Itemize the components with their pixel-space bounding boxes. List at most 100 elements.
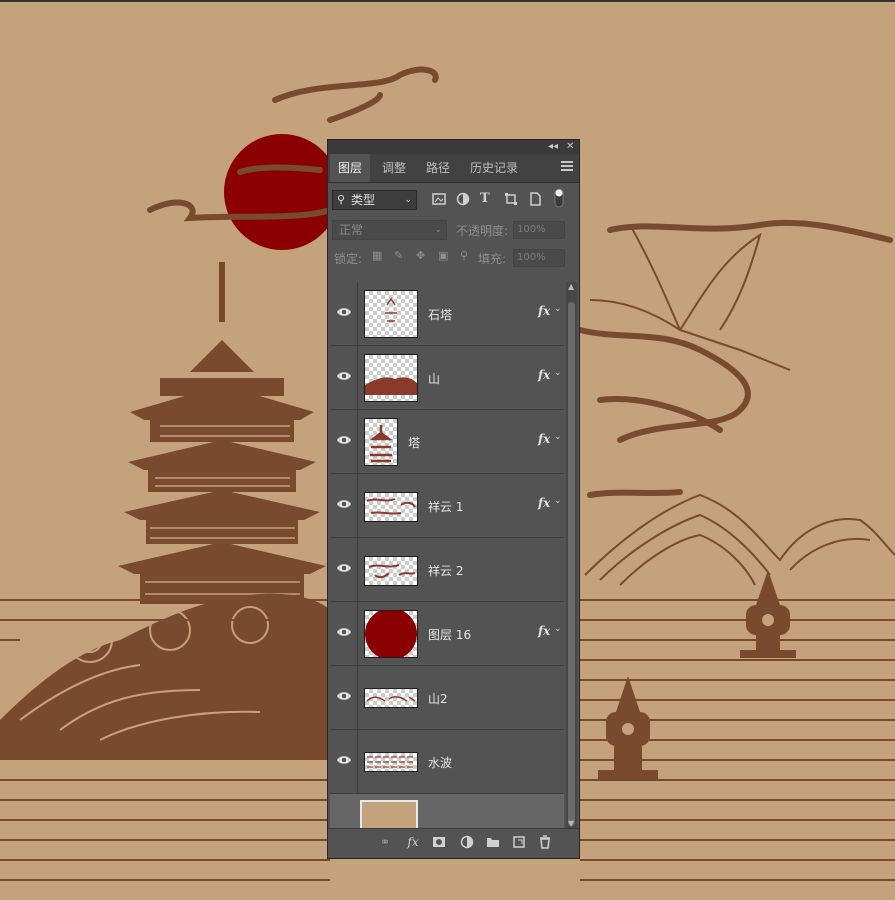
panel-titlebar: ◂◂ ✕ (328, 140, 579, 154)
eye-icon[interactable] (336, 498, 352, 510)
chevron-down-icon[interactable]: ⌄ (554, 624, 562, 634)
type-filter-icon[interactable]: T (480, 192, 494, 206)
red-circle-icon (365, 608, 417, 660)
new-layer-icon[interactable] (512, 835, 526, 849)
layer-row-cloud-1[interactable]: 祥云 1 fx ⌄ (330, 474, 564, 538)
eye-icon[interactable] (336, 754, 352, 766)
mountain-icon (365, 377, 417, 395)
chevron-down-icon: ⌄ (434, 225, 442, 235)
layer-name[interactable]: 山 (428, 370, 440, 387)
divider (357, 346, 358, 410)
layer-thumbnail (364, 354, 418, 402)
layer-row-cloud-2[interactable]: 祥云 2 (330, 538, 564, 602)
new-adjustment-layer-icon[interactable] (460, 835, 474, 849)
chevron-down-icon[interactable]: ⌄ (554, 368, 562, 378)
layer-row-stone-pagoda[interactable]: 石塔 fx ⌄ (330, 282, 564, 346)
cloud-icon (368, 564, 416, 579)
opacity-label: 不透明度: (456, 224, 509, 238)
lock-transparent-icon[interactable]: ▦ (372, 249, 382, 262)
hills-icon (366, 696, 416, 702)
layer-effects-icon[interactable]: fx (538, 496, 550, 510)
chevron-down-icon: ⌄ (404, 195, 412, 205)
new-group-icon[interactable] (486, 835, 500, 849)
panel-menu-icon[interactable] (561, 161, 573, 173)
layer-effects-icon[interactable]: fx (538, 368, 550, 382)
lock-image-icon[interactable]: ✎ (394, 249, 403, 262)
layer-list: 石塔 fx ⌄ 山 fx ⌄ 塔 fx ⌄ 祥云 1 fx ⌄ 祥云 2 图层 … (330, 282, 564, 828)
eye-icon[interactable] (336, 306, 352, 318)
double-chevron-icon[interactable]: ◂◂ (548, 140, 558, 154)
tab-history[interactable]: 历史记录 (462, 154, 526, 182)
panel-bottom-toolbar: ⚭ fx (328, 828, 579, 855)
filter-label: 类型 (351, 193, 376, 207)
scrollbar-thumb[interactable] (568, 302, 575, 826)
lock-artboard-icon[interactable]: ▣ (438, 249, 448, 262)
layer-list-scrollbar[interactable]: ▲ ▼ (566, 282, 577, 828)
layer-name[interactable]: 祥云 2 (428, 562, 463, 579)
layer-thumbnail (364, 752, 418, 772)
lock-row: 锁定: ▦ ✎ ✥ ▣ ⚲ 填充: 100% (328, 246, 579, 270)
chevron-down-icon[interactable]: ⌄ (554, 432, 562, 442)
add-layer-style-icon[interactable]: fx (406, 835, 420, 849)
layer-name[interactable]: 祥云 1 (428, 498, 463, 515)
layer-name[interactable]: 山2 (428, 690, 448, 707)
chevron-up-icon[interactable]: ▲ (568, 282, 574, 291)
layer-row-mountain[interactable]: 山 fx ⌄ (330, 346, 564, 410)
layer-thumbnail (364, 556, 418, 586)
shape-filter-icon[interactable] (504, 192, 518, 206)
add-mask-icon[interactable] (432, 835, 446, 849)
layer-name[interactable]: 石塔 (428, 306, 452, 323)
waves-icon (367, 756, 415, 768)
layer-thumbnail (364, 418, 398, 466)
eye-icon[interactable] (336, 690, 352, 702)
layer-name[interactable]: 图层 16 (428, 626, 471, 643)
layer-effects-icon[interactable]: fx (538, 432, 550, 446)
search-icon: ⚲ (337, 193, 346, 206)
cloud-icon (366, 498, 416, 515)
pagoda-icon (385, 297, 397, 322)
layer-row-layer-16[interactable]: 图层 16 fx ⌄ (330, 602, 564, 666)
window-top-border (0, 0, 895, 2)
layer-thumbnail (364, 290, 418, 338)
tab-adjustments[interactable]: 调整 (374, 154, 414, 182)
layer-thumbnail (364, 608, 418, 660)
filter-toggle-icon[interactable] (554, 188, 564, 208)
layer-effects-icon[interactable]: fx (538, 624, 550, 638)
lock-all-icon[interactable]: ⚲ (460, 249, 468, 262)
eye-icon[interactable] (336, 434, 352, 446)
chevron-down-icon[interactable]: ⌄ (554, 304, 562, 314)
link-layers-icon[interactable]: ⚭ (378, 835, 392, 849)
layer-row-mountain-2[interactable]: 山2 (330, 666, 564, 730)
layer-thumbnail (364, 688, 418, 708)
chevron-down-icon[interactable]: ▼ (568, 819, 574, 828)
lock-position-icon[interactable]: ✥ (416, 249, 425, 262)
layer-row-background[interactable] (330, 794, 564, 828)
layer-name[interactable]: 水波 (428, 754, 452, 771)
pixel-filter-icon[interactable] (432, 192, 446, 206)
trash-icon[interactable] (538, 835, 552, 849)
opacity-input[interactable]: 100% (513, 221, 565, 239)
smart-object-filter-icon[interactable] (528, 192, 542, 206)
eye-icon[interactable] (336, 370, 352, 382)
divider (357, 538, 358, 602)
eye-icon[interactable] (336, 626, 352, 638)
adjustment-filter-icon[interactable] (456, 192, 470, 206)
fill-label: 填充: (478, 252, 507, 266)
blend-mode-select[interactable]: 正常 ⌄ (332, 220, 447, 240)
chevron-down-icon[interactable]: ⌄ (554, 496, 562, 506)
lock-label: 锁定: (334, 252, 363, 266)
layer-row-water-waves[interactable]: 水波 (330, 730, 564, 794)
eye-icon[interactable] (336, 562, 352, 574)
layer-effects-icon[interactable]: fx (538, 304, 550, 318)
tab-layers[interactable]: 图层 (330, 154, 370, 182)
layer-row-tower[interactable]: 塔 fx ⌄ (330, 410, 564, 474)
layer-name[interactable]: 塔 (408, 434, 420, 451)
close-icon[interactable]: ✕ (566, 140, 574, 154)
divider (357, 410, 358, 474)
panel-tabs: 图层 调整 路径 历史记录 (328, 154, 579, 183)
divider (357, 730, 358, 794)
tower-icon (369, 425, 393, 463)
tab-paths[interactable]: 路径 (418, 154, 458, 182)
layer-filter-select[interactable]: ⚲ 类型 ⌄ (332, 190, 417, 210)
fill-input[interactable]: 100% (513, 249, 565, 267)
